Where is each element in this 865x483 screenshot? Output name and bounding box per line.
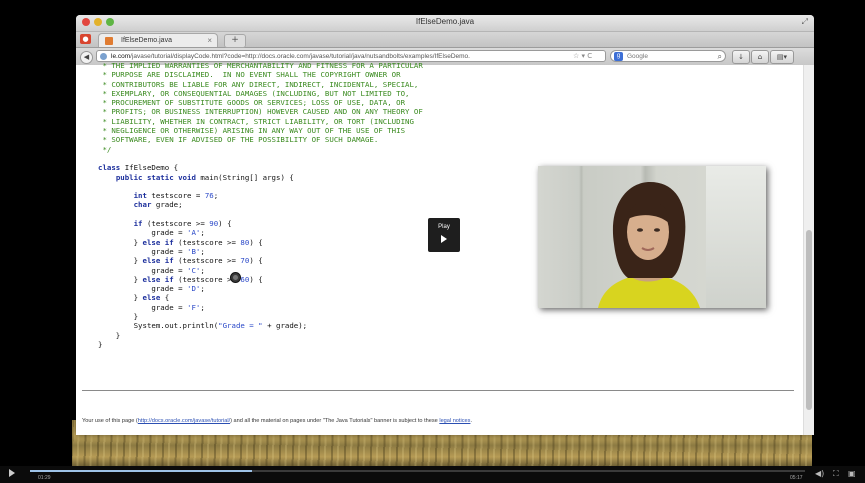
play-label: Play [438,224,450,230]
println-rest: + grade); [262,321,308,331]
threshold-b: 80 [240,237,250,247]
legal-footer: Your use of this page (http://docs.oracl… [82,418,472,424]
search-placeholder: Google [627,53,648,60]
seek-progress [30,470,253,472]
search-icon[interactable]: ⌕ [718,51,722,63]
seek-bar[interactable] [30,470,805,472]
url-bookmark-reload-controls[interactable]: ☆ ▾ C [573,52,592,60]
license-comment: * THE IMPLIED WARRANTIES OF MERCHANTABIL… [102,61,423,154]
threshold-d: 60 [240,274,250,284]
tab-ifelsedemo[interactable]: IfElseDemo.java × [98,33,218,47]
total-time: 05:17 [790,475,803,481]
fullscreen-icon[interactable]: ⤢ [802,17,808,27]
tab-label: IfElseDemo.java [121,37,172,44]
tutorial-link[interactable]: http://docs.oracle.com/javase/tutorial/ [138,418,230,424]
grade-a: 'A' [187,228,201,238]
webcam-overlay [538,166,766,308]
class-name: IfElseDemo [124,163,170,173]
tab-close-icon[interactable]: × [207,34,212,47]
threshold-c: 70 [240,256,250,266]
footer-suffix: . [470,418,472,424]
download-icon[interactable]: ↓ [732,50,750,64]
expand-icon[interactable]: ⛶ [833,469,839,479]
window-title: IfElseDemo.java [415,17,475,26]
site-identity-icon[interactable] [100,53,107,60]
title-bar: IfElseDemo.java ⤢ [76,15,814,32]
cursor-highlight-icon [230,272,241,283]
presenter-image [598,182,700,308]
search-input[interactable]: g Google ⌕ [610,50,726,62]
legal-notices-link[interactable]: legal notices [439,418,470,424]
url-host: le.com [111,53,131,60]
println-string: "Grade = " [218,321,263,331]
home-icon[interactable]: ⌂ [751,50,769,64]
google-icon[interactable]: g [614,52,623,61]
footer-middle: ) and all the material on pages under "T… [230,418,440,424]
back-arrow-icon[interactable]: ◀ [80,51,93,64]
grade-d: 'D' [187,284,201,294]
grade-b: 'B' [187,246,201,256]
menu-icon[interactable]: ▤▾ [770,50,794,64]
scrollbar-thumb[interactable] [806,230,812,410]
play-overlay-button[interactable]: Play [428,218,460,252]
play-icon [441,235,447,243]
threshold-a: 90 [209,219,219,229]
score-value: 76 [204,191,214,201]
grade-c: 'C' [187,265,201,275]
current-time: 01:29 [38,475,51,481]
footer-divider [82,390,794,391]
method-signature: main(String[] args) { [200,172,294,182]
footer-prefix: Your use of this page ( [82,418,138,424]
firefox-menu-icon[interactable]: ● [80,34,91,44]
grade-f: 'F' [187,302,201,312]
video-play-icon[interactable] [9,469,15,477]
java-favicon-icon [105,37,113,45]
tab-bar: ● IfElseDemo.java × + [76,32,814,48]
volume-icon[interactable]: ◀) [815,469,824,478]
video-controls: 01:29 05:17 ◀) ⛶ ▣ [0,466,865,483]
source-code: * THE IMPLIED WARRANTIES OF MERCHANTABIL… [98,61,423,349]
scrollbar[interactable] [803,65,814,435]
url-path: /javase/tutorial/displayCode.html?code=h… [130,53,470,60]
new-tab-button[interactable]: + [224,34,246,48]
logo-icon: ▣ [848,469,856,478]
